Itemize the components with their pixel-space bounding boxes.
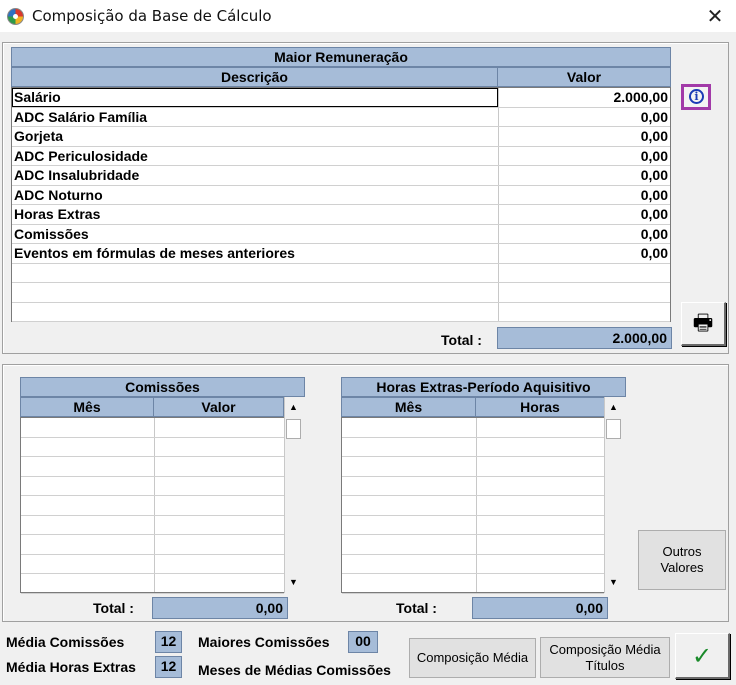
comissoes-grid (20, 417, 285, 594)
printer-icon: 🖶 (692, 310, 714, 336)
table-row[interactable] (342, 555, 604, 574)
table-row[interactable] (342, 496, 604, 516)
table-row[interactable] (21, 555, 284, 574)
row-valor: 0,00 (640, 186, 668, 203)
selected-cell-outline (12, 88, 498, 107)
comissoes-scrollbar[interactable]: ▲ ▼ (284, 397, 304, 593)
scroll-down-arrow[interactable]: ▼ (605, 574, 622, 591)
meses-medias-comissoes-label: Meses de Médias Comissões (198, 662, 391, 678)
table-row[interactable] (21, 496, 284, 516)
checkmark-icon: ✓ (691, 641, 713, 670)
row-valor: 0,00 (640, 206, 668, 222)
table-row[interactable] (21, 438, 284, 457)
info-glyph: i (689, 89, 704, 104)
table-row[interactable] (12, 303, 670, 322)
table-row[interactable]: Salário 2.000,00 (12, 88, 670, 108)
horas-col-horas: Horas (475, 397, 605, 417)
row-descricao: Horas Extras (14, 206, 101, 222)
row-descricao: Gorjeta (14, 128, 64, 144)
horas-scrollbar[interactable]: ▲ ▼ (604, 397, 624, 593)
outros-valores-button[interactable]: Outros Valores (638, 530, 726, 590)
table-row[interactable] (342, 574, 604, 594)
table-row[interactable]: Comissões 0,00 (12, 225, 670, 244)
row-valor: 0,00 (640, 147, 668, 164)
media-comissoes-label: Média Comissões (6, 634, 125, 650)
column-valor-header: Valor (497, 67, 671, 87)
table-row[interactable] (342, 438, 604, 457)
scroll-up-arrow[interactable]: ▲ (285, 399, 302, 416)
table-row[interactable] (12, 264, 670, 283)
table-row[interactable]: ADC Insalubridade 0,00 (12, 166, 670, 186)
table-row[interactable] (342, 535, 604, 555)
maior-remuneracao-header: Maior Remuneração (11, 47, 671, 67)
info-icon[interactable]: i (681, 84, 711, 110)
row-valor: 0,00 (640, 225, 668, 242)
app-logo-icon (7, 8, 24, 25)
horas-total-label: Total : (396, 600, 437, 616)
composicao-media-button[interactable]: Composição Média (409, 638, 536, 678)
maior-total-label: Total : (441, 332, 482, 348)
row-valor: 0,00 (640, 108, 668, 125)
row-valor: 0,00 (640, 167, 668, 183)
table-row[interactable] (342, 418, 604, 438)
comissoes-col-valor: Valor (153, 397, 284, 417)
media-horas-extras-label: Média Horas Extras (6, 659, 136, 675)
table-row[interactable] (21, 516, 284, 535)
row-descricao: ADC Salário Família (14, 108, 148, 125)
table-row[interactable] (12, 283, 670, 303)
row-descricao: ADC Periculosidade (14, 147, 148, 164)
row-descricao: ADC Insalubridade (14, 167, 140, 183)
table-row[interactable] (342, 477, 604, 496)
title-bar: Composição da Base de Cálculo ✕ (0, 0, 736, 32)
table-row[interactable]: ADC Periculosidade 0,00 (12, 147, 670, 166)
maior-total-value: 2.000,00 (497, 327, 672, 349)
table-row[interactable] (21, 418, 284, 438)
table-row[interactable]: ADC Salário Família 0,00 (12, 108, 670, 127)
table-row[interactable] (21, 535, 284, 555)
row-descricao: Comissões (14, 225, 89, 242)
row-descricao: Eventos em fórmulas de meses anteriores (14, 245, 295, 261)
media-horas-extras-value: 12 (155, 656, 182, 678)
maiores-comissoes-value: 00 (348, 631, 378, 653)
comissoes-total-value: 0,00 (152, 597, 288, 619)
table-row[interactable]: Eventos em fórmulas de meses anteriores 0… (12, 244, 670, 264)
composicao-media-titulos-button[interactable]: Composição Média Títulos (540, 637, 670, 678)
maior-remuneracao-grid: Salário 2.000,00 ADC Salário Família 0,00 Go… (11, 87, 671, 322)
comissoes-total-label: Total : (93, 600, 134, 616)
horas-total-value: 0,00 (472, 597, 608, 619)
table-row[interactable] (342, 516, 604, 535)
scroll-thumb[interactable] (286, 419, 301, 439)
scroll-down-arrow[interactable]: ▼ (285, 574, 302, 591)
table-row[interactable]: ADC Noturno 0,00 (12, 186, 670, 205)
table-row[interactable] (21, 457, 284, 477)
window-title: Composição da Base de Cálculo (32, 7, 272, 25)
row-valor: 0,00 (640, 128, 668, 144)
table-row[interactable]: Horas Extras 0,00 (12, 205, 670, 225)
row-descricao: ADC Noturno (14, 186, 103, 203)
row-valor: 2.000,00 (613, 89, 669, 105)
table-row[interactable] (21, 574, 284, 594)
ok-button[interactable]: ✓ (675, 633, 730, 679)
scroll-up-arrow[interactable]: ▲ (605, 399, 622, 416)
print-button[interactable]: 🖶 (681, 302, 726, 346)
table-row[interactable] (21, 477, 284, 496)
media-comissoes-value: 12 (155, 631, 182, 653)
column-descricao-header: Descrição (11, 67, 498, 87)
horas-col-mes: Mês (341, 397, 476, 417)
table-row[interactable]: Gorjeta 0,00 (12, 127, 670, 147)
horas-extras-header: Horas Extras-Período Aquisitivo (341, 377, 626, 397)
horas-extras-grid (341, 417, 605, 594)
scroll-thumb[interactable] (606, 419, 621, 439)
table-row[interactable] (342, 457, 604, 477)
comissoes-col-mes: Mês (20, 397, 154, 417)
close-button[interactable]: ✕ (700, 2, 730, 30)
maiores-comissoes-label: Maiores Comissões (198, 634, 330, 650)
row-valor: 0,00 (640, 245, 668, 261)
comissoes-header: Comissões (20, 377, 305, 397)
